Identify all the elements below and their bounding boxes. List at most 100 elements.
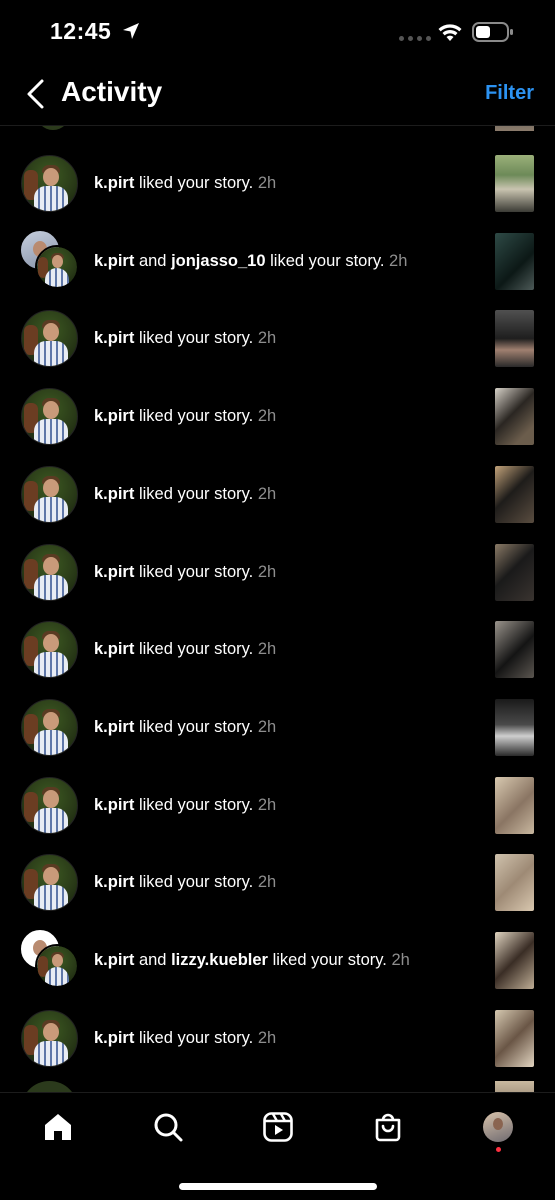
activity-text[interactable]: k.pirt and jonjasso_10 liked your story.… <box>94 222 407 300</box>
action-text: liked your story. <box>138 640 254 659</box>
action-text: liked your story. <box>138 873 254 892</box>
activity-row[interactable]: k.pirt liked your story. 2h <box>0 299 555 377</box>
user-avatar[interactable] <box>21 155 78 212</box>
action-text: liked your story. <box>138 329 254 348</box>
timestamp: 2h <box>391 951 410 969</box>
action-text: liked your story. <box>138 1028 254 1047</box>
username-link[interactable]: k.pirt <box>94 329 134 347</box>
story-thumbnail[interactable] <box>495 155 534 212</box>
story-thumbnail[interactable] <box>495 776 534 834</box>
username-link[interactable]: k.pirt <box>94 252 134 270</box>
username-link[interactable]: k.pirt <box>94 407 134 425</box>
action-text: liked your story. <box>270 251 385 270</box>
activity-row[interactable]: k.pirt liked your story. 2h <box>0 533 555 611</box>
activity-text[interactable]: k.pirt liked your story. 2h <box>94 144 276 222</box>
timestamp: 2h <box>257 640 277 659</box>
activity-text[interactable]: k.pirt liked your story. 2h <box>94 533 276 611</box>
user-avatar[interactable] <box>35 944 79 988</box>
user-avatar[interactable] <box>21 854 78 912</box>
activity-row[interactable]: k.pirt liked your story. 2h <box>0 999 555 1077</box>
partial-row-bottom <box>0 1081 555 1092</box>
story-thumbnail[interactable] <box>495 854 534 912</box>
username-link[interactable]: k.pirt <box>94 796 134 814</box>
story-thumbnail[interactable] <box>495 698 534 756</box>
avatar[interactable] <box>21 310 78 368</box>
username-link[interactable]: k.pirt <box>94 1029 134 1047</box>
activity-list[interactable]: k.pirt liked your story. 2h k.pirt and jo… <box>0 126 555 1092</box>
activity-row[interactable]: k.pirt liked your story. 2h <box>0 843 555 921</box>
story-thumbnail[interactable] <box>495 621 534 679</box>
story-thumbnail[interactable] <box>495 232 534 290</box>
stacked-avatars[interactable] <box>20 929 79 989</box>
username-link[interactable]: jonjasso_10 <box>171 252 265 270</box>
connector-text: and <box>138 951 167 969</box>
home-tab[interactable] <box>38 1107 78 1147</box>
username-link[interactable]: k.pirt <box>94 640 134 658</box>
activity-text[interactable]: k.pirt liked your story. 2h <box>94 688 276 766</box>
profile-tab[interactable] <box>478 1107 518 1152</box>
status-time: 12:45 <box>50 18 112 44</box>
activity-row[interactable]: k.pirt liked your story. 2h <box>0 144 555 222</box>
shop-tab[interactable] <box>368 1107 408 1147</box>
username-link[interactable]: k.pirt <box>94 873 134 891</box>
user-avatar[interactable] <box>21 776 78 834</box>
avatar[interactable] <box>21 543 78 601</box>
activity-row[interactable]: k.pirt liked your story. 2h <box>0 455 555 533</box>
activity-text[interactable]: k.pirt liked your story. 2h <box>94 377 276 455</box>
story-thumbnail[interactable] <box>495 388 534 446</box>
activity-row[interactable]: k.pirt liked your story. 2h <box>0 766 555 844</box>
user-avatar[interactable] <box>35 244 79 289</box>
activity-text[interactable]: k.pirt liked your story. 2h <box>94 843 276 921</box>
username-link[interactable]: k.pirt <box>94 718 134 736</box>
story-thumbnail[interactable] <box>495 1009 534 1067</box>
username-link[interactable]: k.pirt <box>94 174 134 192</box>
user-avatar[interactable] <box>21 465 78 523</box>
partial-row-top <box>0 126 555 144</box>
filter-button[interactable]: Filter <box>485 82 534 105</box>
user-avatar[interactable] <box>21 543 78 601</box>
back-chevron-icon[interactable] <box>24 78 48 110</box>
activity-text[interactable]: k.pirt liked your story. 2h <box>94 299 276 377</box>
timestamp: 2h <box>257 873 277 892</box>
username-link[interactable]: k.pirt <box>94 563 134 581</box>
activity-text[interactable]: k.pirt liked your story. 2h <box>94 766 276 844</box>
activity-row[interactable]: k.pirt liked your story. 2h <box>0 377 555 455</box>
story-thumbnail[interactable] <box>495 310 534 368</box>
avatar[interactable] <box>21 388 78 446</box>
story-thumbnail[interactable] <box>495 465 534 523</box>
username-link[interactable]: lizzy.kuebler <box>171 951 268 969</box>
activity-row[interactable]: k.pirt liked your story. 2h <box>0 610 555 688</box>
activity-text[interactable]: k.pirt liked your story. 2h <box>94 610 276 688</box>
activity-row[interactable]: k.pirt and lizzy.kuebler liked your stor… <box>0 921 555 999</box>
username-link[interactable]: k.pirt <box>94 485 134 503</box>
profile-avatar <box>483 1112 513 1142</box>
search-tab[interactable] <box>148 1107 188 1147</box>
user-avatar[interactable] <box>21 621 78 679</box>
user-avatar[interactable] <box>37 246 77 287</box>
stacked-avatars[interactable] <box>20 229 79 290</box>
user-avatar[interactable] <box>37 946 77 986</box>
activity-row[interactable]: k.pirt and jonjasso_10 liked your story.… <box>0 222 555 300</box>
reels-tab[interactable] <box>258 1107 298 1147</box>
avatar[interactable] <box>21 854 78 912</box>
battery-icon <box>472 22 513 42</box>
activity-text[interactable]: k.pirt and lizzy.kuebler liked your stor… <box>94 921 410 999</box>
user-avatar[interactable] <box>21 698 78 756</box>
avatar[interactable] <box>21 776 78 834</box>
activity-text[interactable]: k.pirt liked your story. 2h <box>94 999 276 1077</box>
avatar[interactable] <box>21 1009 78 1067</box>
activity-text[interactable]: k.pirt liked your story. 2h <box>94 455 276 533</box>
story-thumbnail[interactable] <box>495 543 534 601</box>
home-icon <box>45 1114 71 1140</box>
activity-row[interactable]: k.pirt liked your story. 2h <box>0 688 555 766</box>
user-avatar[interactable] <box>21 1009 78 1067</box>
story-thumbnail[interactable] <box>495 932 534 989</box>
avatar[interactable] <box>21 698 78 756</box>
notification-dot <box>496 1147 501 1152</box>
user-avatar[interactable] <box>21 388 78 446</box>
avatar[interactable] <box>21 155 78 212</box>
user-avatar[interactable] <box>21 310 78 368</box>
avatar[interactable] <box>21 621 78 679</box>
avatar[interactable] <box>21 465 78 523</box>
username-link[interactable]: k.pirt <box>94 951 134 969</box>
